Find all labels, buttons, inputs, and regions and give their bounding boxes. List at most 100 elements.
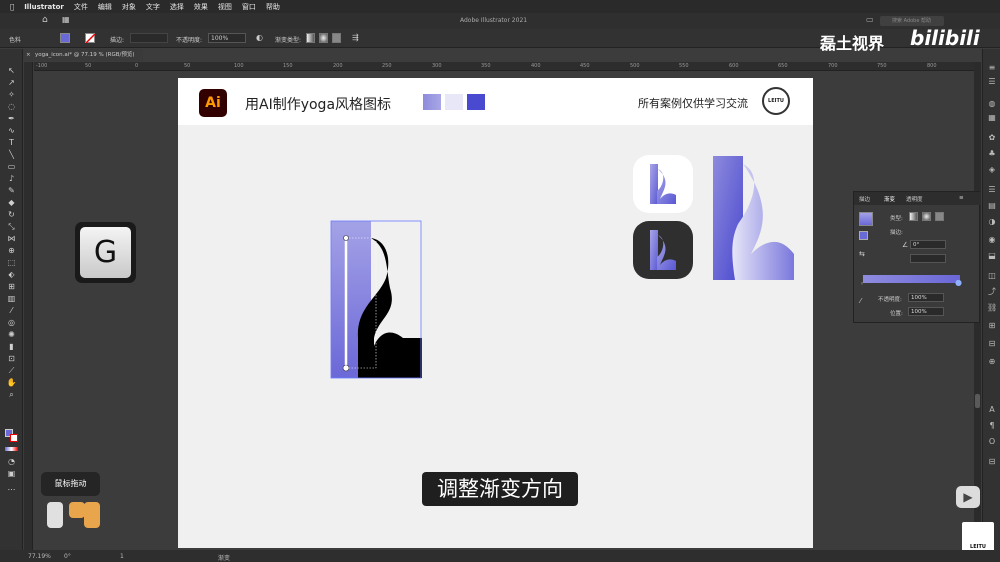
pen-tool-icon[interactable]: ✒	[6, 114, 17, 123]
angle-field[interactable]: 0°	[910, 240, 946, 249]
eyedropper-icon[interactable]: ⁄	[860, 297, 861, 305]
more-tools-icon[interactable]: …	[6, 483, 17, 492]
menu-app-name[interactable]: Illustrator	[24, 3, 64, 11]
properties-panel-icon[interactable]: ≡	[987, 63, 997, 72]
menu-window[interactable]: 窗口	[242, 2, 256, 12]
menu-edit[interactable]: 编辑	[98, 2, 112, 12]
scrollbar-thumb[interactable]	[975, 394, 980, 408]
transparency-panel-icon[interactable]: ◑	[987, 217, 997, 226]
vertical-ruler[interactable]	[24, 62, 33, 550]
brushes-panel-icon[interactable]: ✿	[987, 133, 997, 142]
eyedropper-tool-icon[interactable]: ⁄	[6, 306, 17, 315]
artboard-number[interactable]: 1	[120, 553, 124, 560]
gradient-tool-icon[interactable]: ▥	[6, 294, 17, 303]
shape-builder-tool-icon[interactable]: ⊕	[6, 246, 17, 255]
menu-select[interactable]: 选择	[170, 2, 184, 12]
apple-icon[interactable]: 	[10, 3, 14, 11]
menu-view[interactable]: 视图	[218, 2, 232, 12]
align-panel-icon[interactable]: ☰	[987, 185, 997, 194]
slice-tool-icon[interactable]: ⟋	[6, 366, 17, 375]
align-icon[interactable]: ⇶	[352, 33, 359, 42]
free-transform-tool-icon[interactable]: ⬚	[6, 258, 17, 267]
asset-export-panel-icon[interactable]: ⊟	[987, 339, 997, 348]
mesh-tool-icon[interactable]: ⊞	[6, 282, 17, 291]
links-panel-icon[interactable]: ⛓	[987, 303, 997, 312]
menu-help[interactable]: 帮助	[266, 2, 280, 12]
arrange-icon[interactable]: ▭	[866, 15, 874, 24]
rotate-tool-icon[interactable]: ↻	[6, 210, 17, 219]
draw-mode-icon[interactable]: ◔	[6, 457, 17, 466]
lasso-tool-icon[interactable]: ◌	[6, 102, 17, 111]
graph-tool-icon[interactable]: ▮	[6, 342, 17, 351]
direct-selection-tool-icon[interactable]: ↗	[6, 78, 17, 87]
home-icon[interactable]: ⌂	[42, 15, 48, 25]
blend-tool-icon[interactable]: ◎	[6, 318, 17, 327]
perspective-grid-tool-icon[interactable]: ⬖	[6, 270, 17, 279]
stop-opacity-field[interactable]: 100%	[908, 293, 944, 302]
curvature-tool-icon[interactable]: ∿	[6, 126, 17, 135]
layers-panel-icon[interactable]: ☰	[987, 77, 997, 86]
opentype-panel-icon[interactable]: O	[987, 437, 997, 446]
magic-wand-tool-icon[interactable]: ✧	[6, 90, 17, 99]
line-tool-icon[interactable]: ╲	[6, 150, 17, 159]
rotation-angle[interactable]: 0°	[64, 553, 71, 560]
menu-file[interactable]: 文件	[74, 2, 88, 12]
radial-type-button[interactable]	[922, 212, 931, 221]
document-tab[interactable]: × yoga_icon.ai* @ 77.19 % (RGB/预览)	[23, 49, 143, 61]
menu-type[interactable]: 文字	[146, 2, 160, 12]
tab-stroke[interactable]: 描边	[859, 195, 870, 203]
recolor-icon[interactable]: ◐	[256, 33, 263, 42]
zoom-tool-icon[interactable]: ⌕	[6, 390, 17, 399]
tab-transparency[interactable]: 透明度	[906, 195, 923, 203]
character-panel-icon[interactable]: A	[987, 405, 997, 414]
gradient-panel-icon[interactable]: ▤	[987, 201, 997, 210]
paragraph-panel-icon[interactable]: ¶	[987, 421, 997, 430]
pencil-tool-icon[interactable]: ✎	[6, 186, 17, 195]
zoom-level[interactable]: 77.19%	[28, 553, 51, 560]
fill-mini-swatch[interactable]	[859, 231, 868, 240]
appearance-panel-icon[interactable]: ◉	[987, 235, 997, 244]
linear-gradient-button[interactable]	[306, 33, 315, 43]
help-search-input[interactable]: 搜索 Adobe 帮助	[880, 16, 944, 26]
freeform-gradient-button[interactable]	[332, 33, 341, 43]
graphic-styles-panel-icon[interactable]: ◈	[987, 165, 997, 174]
type-tool-icon[interactable]: T	[6, 138, 17, 147]
panel-menu-icon[interactable]: ≡	[959, 195, 964, 201]
scale-tool-icon[interactable]: ⤡	[6, 222, 17, 231]
menu-effect[interactable]: 效果	[194, 2, 208, 12]
image-trace-panel-icon[interactable]: ⬓	[987, 251, 997, 260]
fill-swatch[interactable]	[60, 33, 70, 43]
navigator-panel-icon[interactable]: ⊕	[987, 357, 997, 366]
paintbrush-tool-icon[interactable]: ♪	[6, 174, 17, 183]
stroke-color-box[interactable]	[10, 434, 18, 442]
stroke-weight-field[interactable]	[130, 33, 168, 43]
pattern-panel-icon[interactable]: ⊞	[987, 321, 997, 330]
rectangle-tool-icon[interactable]: ▭	[6, 162, 17, 171]
selection-tool-icon[interactable]: ↖	[6, 66, 17, 75]
width-tool-icon[interactable]: ⋈	[6, 234, 17, 243]
export-panel-icon[interactable]: ⤴	[987, 287, 997, 296]
gradient-stop-right-icon[interactable]: ●	[955, 278, 962, 287]
gradient-stop-left-icon[interactable]: ◦	[860, 280, 864, 288]
symbol-sprayer-tool-icon[interactable]: ✺	[6, 330, 17, 339]
workspace-switcher-icon[interactable]: ▦	[62, 15, 70, 24]
reverse-gradient-icon[interactable]: ⇆	[859, 250, 865, 258]
screen-mode-icon[interactable]: ▣	[6, 469, 17, 478]
horizontal-ruler[interactable]: -100 50 0 50 100 150 200 250 300 350 400 450 500 550 6…	[34, 62, 974, 71]
close-tab-icon[interactable]: ×	[26, 49, 31, 61]
aspect-ratio-field[interactable]	[910, 254, 946, 263]
stroke-swatch[interactable]	[85, 33, 96, 44]
swatches-panel-icon[interactable]: ▦	[987, 113, 997, 122]
freeform-type-button[interactable]	[935, 212, 944, 221]
opacity-field[interactable]: 100%	[208, 33, 246, 43]
gradient-preview-swatch[interactable]	[859, 212, 873, 226]
tab-gradient[interactable]: 渐变	[884, 195, 895, 203]
info-panel-icon[interactable]: ⊟	[987, 457, 997, 466]
color-mode-buttons[interactable]	[5, 447, 18, 451]
selected-yoga-artwork[interactable]	[328, 218, 424, 382]
radial-gradient-button[interactable]	[319, 33, 328, 43]
gradient-slider[interactable]	[863, 275, 960, 283]
menu-object[interactable]: 对象	[122, 2, 136, 12]
stop-position-field[interactable]: 100%	[908, 307, 944, 316]
hand-tool-icon[interactable]: ✋	[6, 378, 17, 387]
